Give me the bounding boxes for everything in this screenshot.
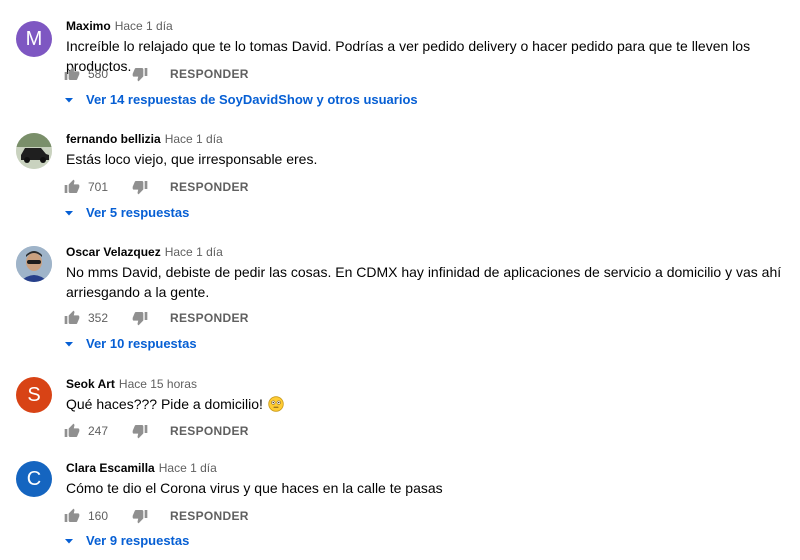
thumb-down-icon[interactable] <box>132 66 148 82</box>
avatar[interactable]: M <box>16 21 52 57</box>
like-count: 352 <box>88 311 109 325</box>
view-replies-label: Ver 9 respuestas <box>86 533 190 548</box>
avatar[interactable]: S <box>16 377 52 413</box>
view-replies-button[interactable]: Ver 5 respuestas <box>64 205 189 220</box>
comment-text: No mms David, debiste de pedir las cosas… <box>66 264 782 300</box>
chevron-down-icon <box>65 97 73 102</box>
comment-header: Seok Art Hace 15 horas <box>66 376 197 392</box>
chevron-down-icon <box>65 538 73 543</box>
comment-header: fernando bellizia Hace 1 día <box>66 131 223 147</box>
thumb-up-icon[interactable] <box>64 179 80 195</box>
thumb-down-icon[interactable] <box>132 508 148 524</box>
reply-button[interactable]: RESPONDER <box>170 180 249 194</box>
comment-actions: 701 RESPONDER <box>64 177 249 197</box>
thumb-up-icon[interactable] <box>64 66 80 82</box>
reply-button[interactable]: RESPONDER <box>170 67 249 81</box>
thumb-up-icon[interactable] <box>64 423 80 439</box>
like-count: 580 <box>88 67 109 81</box>
timestamp[interactable]: Hace 1 día <box>165 132 223 146</box>
thumb-up-icon[interactable] <box>64 508 80 524</box>
view-replies-label: Ver 14 respuestas de SoyDavidShow y otro… <box>86 92 418 107</box>
chevron-down-icon <box>65 341 73 346</box>
author-name[interactable]: fernando bellizia <box>66 132 161 146</box>
author-name[interactable]: Maximo <box>66 19 111 33</box>
comment-header: Clara Escamilla Hace 1 día <box>66 460 217 476</box>
timestamp[interactable]: Hace 1 día <box>165 245 223 259</box>
timestamp[interactable]: Hace 1 día <box>115 19 173 33</box>
chevron-down-icon <box>65 210 73 215</box>
car-photo-icon <box>16 133 52 169</box>
avatar[interactable] <box>16 133 52 169</box>
author-name[interactable]: Seok Art <box>66 377 115 391</box>
comment-actions: 160 RESPONDER <box>64 506 249 526</box>
reply-button[interactable]: RESPONDER <box>170 424 249 438</box>
comment-text: Qué haces??? Pide a domicilio! <box>66 394 784 414</box>
author-name[interactable]: Oscar Velazquez <box>66 245 161 259</box>
author-name[interactable]: Clara Escamilla <box>66 461 155 475</box>
comment-actions: 352 RESPONDER <box>64 308 249 328</box>
comment-header: Oscar Velazquez Hace 1 día <box>66 244 223 260</box>
reply-button[interactable]: RESPONDER <box>170 509 249 523</box>
timestamp[interactable]: Hace 1 día <box>159 461 217 475</box>
comment-text-content: Qué haces??? Pide a domicilio! <box>66 396 263 412</box>
thumb-up-icon[interactable] <box>64 310 80 326</box>
like-count: 160 <box>88 509 109 523</box>
flushed-face-emoji-icon <box>268 396 284 412</box>
view-replies-label: Ver 5 respuestas <box>86 205 190 220</box>
thumb-down-icon[interactable] <box>132 423 148 439</box>
comment-text: Cómo te dio el Corona virus y que haces … <box>66 480 443 496</box>
comment-actions: 247 RESPONDER <box>64 421 249 441</box>
view-replies-button[interactable]: Ver 14 respuestas de SoyDavidShow y otro… <box>64 92 418 107</box>
avatar[interactable] <box>16 246 52 282</box>
comment-actions: 580 RESPONDER <box>64 64 249 84</box>
view-replies-button[interactable]: Ver 9 respuestas <box>64 533 189 548</box>
timestamp[interactable]: Hace 15 horas <box>119 377 197 391</box>
reply-button[interactable]: RESPONDER <box>170 311 249 325</box>
like-count: 247 <box>88 424 109 438</box>
avatar[interactable]: C <box>16 461 52 497</box>
comment-text: Estás loco viejo, que irresponsable eres… <box>66 151 318 167</box>
view-replies-label: Ver 10 respuestas <box>86 336 197 351</box>
comment-header: Maximo Hace 1 día <box>66 18 173 34</box>
thumb-down-icon[interactable] <box>132 179 148 195</box>
person-photo-icon <box>16 246 52 282</box>
view-replies-button[interactable]: Ver 10 respuestas <box>64 336 197 351</box>
thumb-down-icon[interactable] <box>132 310 148 326</box>
like-count: 701 <box>88 180 109 194</box>
